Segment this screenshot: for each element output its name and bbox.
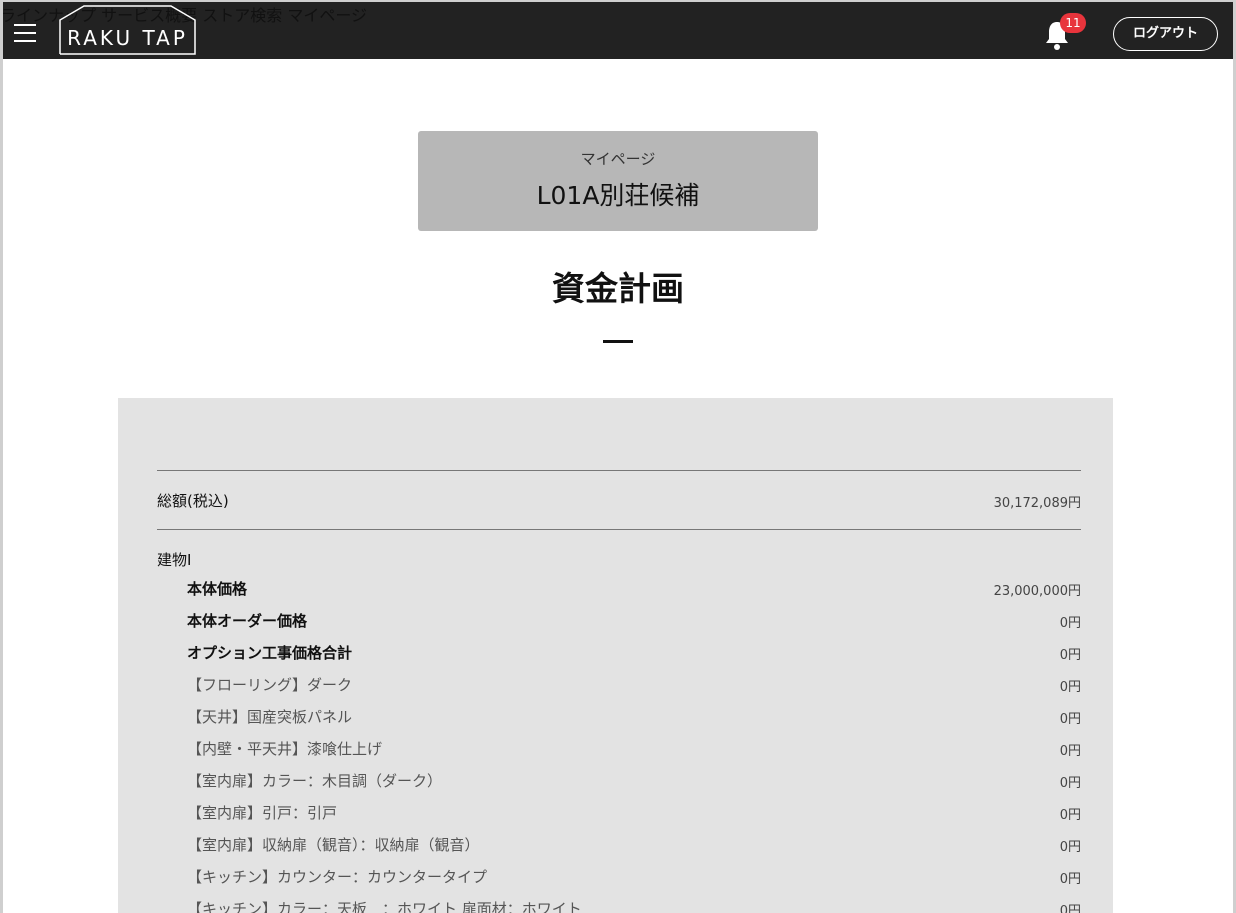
notification-count-badge[interactable]: 11 (1060, 13, 1086, 33)
price-item-label: 【室内扉】収納扉（観音）：収納扉（観音） (187, 836, 480, 854)
total-row: 総額(税込) 30,172,089円 (0, 490, 1236, 512)
price-item-row: オプション工事価格合計 0円 (0, 642, 1236, 664)
price-item-value: 0円 (1059, 648, 1081, 663)
price-item-label: 本体価格 (187, 580, 248, 598)
price-item-row: 本体価格 23,000,000円 (0, 578, 1236, 600)
price-item-row: 【室内扉】カラー：木目調（ダーク） 0円 (0, 770, 1236, 792)
price-item-value: 0円 (1059, 616, 1081, 631)
section-label: 建物Ⅰ (157, 551, 192, 569)
total-value: 30,172,089円 (993, 496, 1081, 511)
price-item-label: オプション工事価格合計 (187, 644, 353, 662)
price-item-row: 【キッチン】カラー：天板 ：ホワイト 扉面材：ホワイト 0円 (0, 898, 1236, 913)
price-item-value: 0円 (1059, 904, 1081, 913)
logo-text: RAKU TAP (67, 26, 188, 50)
price-item-row: 【キッチン】カウンター：カウンタータイプ 0円 (0, 866, 1236, 888)
price-item-value: 0円 (1059, 744, 1081, 759)
price-item-row: 本体オーダー価格 0円 (0, 610, 1236, 632)
price-item-value: 0円 (1059, 712, 1081, 727)
price-item-value: 0円 (1059, 776, 1081, 791)
price-item-value: 23,000,000円 (993, 584, 1081, 599)
divider (157, 529, 1081, 530)
price-item-label: 【天井】国産突板パネル (187, 708, 353, 726)
page-subtitle: マイページ (580, 150, 656, 168)
price-item-row: 【室内扉】引戸：引戸 0円 (0, 802, 1236, 824)
price-item-label: 【キッチン】カウンター：カウンタータイプ (187, 868, 488, 886)
section-row: 建物Ⅰ (0, 549, 1236, 571)
price-item-label: 【室内扉】引戸：引戸 (187, 804, 338, 822)
divider (157, 470, 1081, 471)
price-item-value: 0円 (1059, 808, 1081, 823)
price-item-label: 【室内扉】カラー：木目調（ダーク） (187, 772, 443, 790)
top-nav-bar: RAKU TAP ラインナップ サービス概要 ストア検索 マイページ 11 ログ… (0, 0, 1236, 59)
logout-button[interactable]: ログアウト (1113, 17, 1218, 51)
price-item-value: 0円 (1059, 840, 1081, 855)
total-label: 総額(税込) (157, 492, 229, 510)
price-item-row: 【フローリング】ダーク 0円 (0, 674, 1236, 696)
nav-mypage[interactable]: マイページ (287, 6, 367, 25)
price-item-row: 【内壁・平天井】漆喰仕上げ 0円 (0, 738, 1236, 760)
price-item-label: 【内壁・平天井】漆喰仕上げ (187, 740, 383, 758)
hamburger-menu-icon[interactable] (14, 24, 36, 42)
price-item-label: 本体オーダー価格 (187, 612, 308, 630)
raku-tap-logo[interactable]: RAKU TAP (59, 5, 196, 55)
price-item-row: 【室内扉】収納扉（観音）：収納扉（観音） 0円 (0, 834, 1236, 856)
price-item-value: 0円 (1059, 680, 1081, 695)
price-item-row: 【天井】国産突板パネル 0円 (0, 706, 1236, 728)
page-title-box: マイページ L01A別荘候補 (418, 131, 818, 231)
section-heading: 資金計画 (552, 269, 684, 308)
page-title: L01A別荘候補 (536, 181, 700, 210)
price-item-value: 0円 (1059, 872, 1081, 887)
price-item-label: 【フローリング】ダーク (187, 676, 353, 694)
nav-store-search[interactable]: ストア検索 (202, 6, 282, 25)
heading-divider (603, 340, 633, 343)
price-item-label: 【キッチン】カラー：天板 ：ホワイト 扉面材：ホワイト (187, 900, 582, 913)
